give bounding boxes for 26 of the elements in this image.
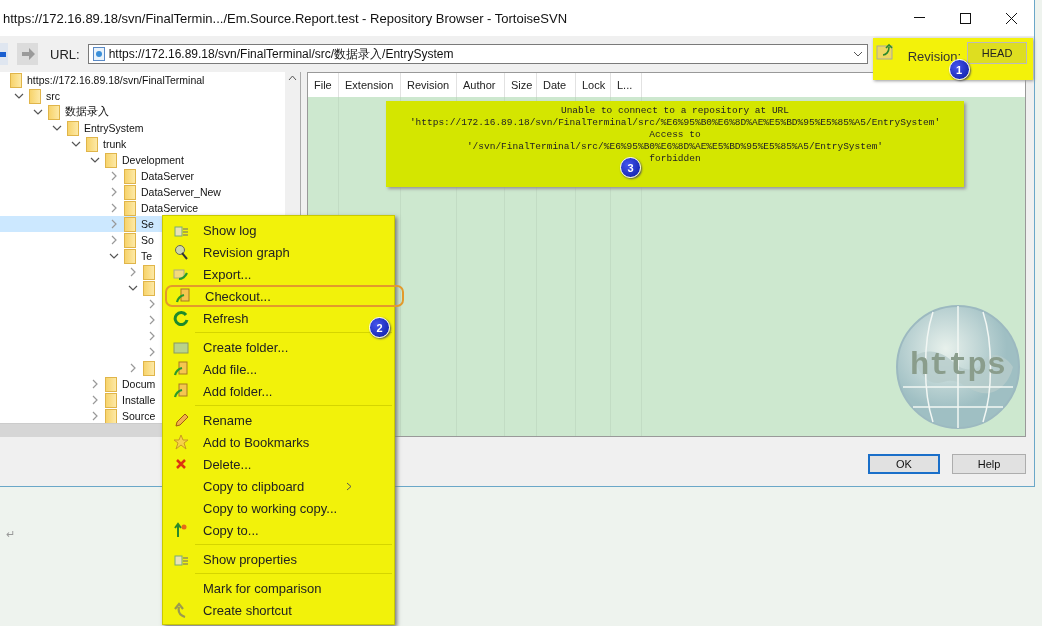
tree-label: Docum	[122, 378, 156, 390]
tree-label: Development	[122, 154, 184, 166]
tree-label: https://172.16.89.18/svn/FinalTerminal	[27, 74, 205, 86]
error-line: Unable to connect to a repository at URL	[560, 105, 789, 117]
error-line: Access to	[649, 129, 701, 141]
url-label: URL:	[50, 46, 80, 62]
tree-label: So	[141, 234, 154, 246]
window-title: https://172.16.89.18/svn/FinalTermin.../Em.Source.Report.test - Repository Browser - TortoiseSVN	[3, 10, 569, 26]
tree-label: Te	[141, 250, 153, 262]
tree-label: src	[46, 90, 60, 102]
globe-label: https	[910, 347, 1006, 384]
step-badge: 2	[369, 317, 390, 338]
return-mark: ↵	[6, 528, 15, 541]
error-line: forbidden	[649, 153, 701, 165]
tree-label: Se	[141, 218, 154, 230]
error-line: '/svn/FinalTerminal/src/%E6%95%B0%E6%8D%AE%E5%BD%95%E5%85%A5/EntrySystem'	[466, 141, 884, 153]
tree-label: DataServer	[141, 170, 195, 182]
tree-label: DataService	[141, 202, 199, 214]
error-line: 'https://172.16.89.18/svn/FinalTerminal/src/%E6%95%B0%E6%8D%AE%E5%BD%95%E5%85%A5/EntrySystem'	[409, 117, 941, 129]
tree-label: 数据录入	[65, 105, 109, 119]
tree-label: EntrySystem	[84, 122, 144, 134]
tree-label: Installe	[122, 394, 156, 406]
tree-label: trunk	[103, 138, 127, 150]
step-badge: 3	[620, 157, 641, 178]
tree-label: Source	[122, 410, 156, 422]
tree-label: DataServer_New	[141, 186, 221, 198]
